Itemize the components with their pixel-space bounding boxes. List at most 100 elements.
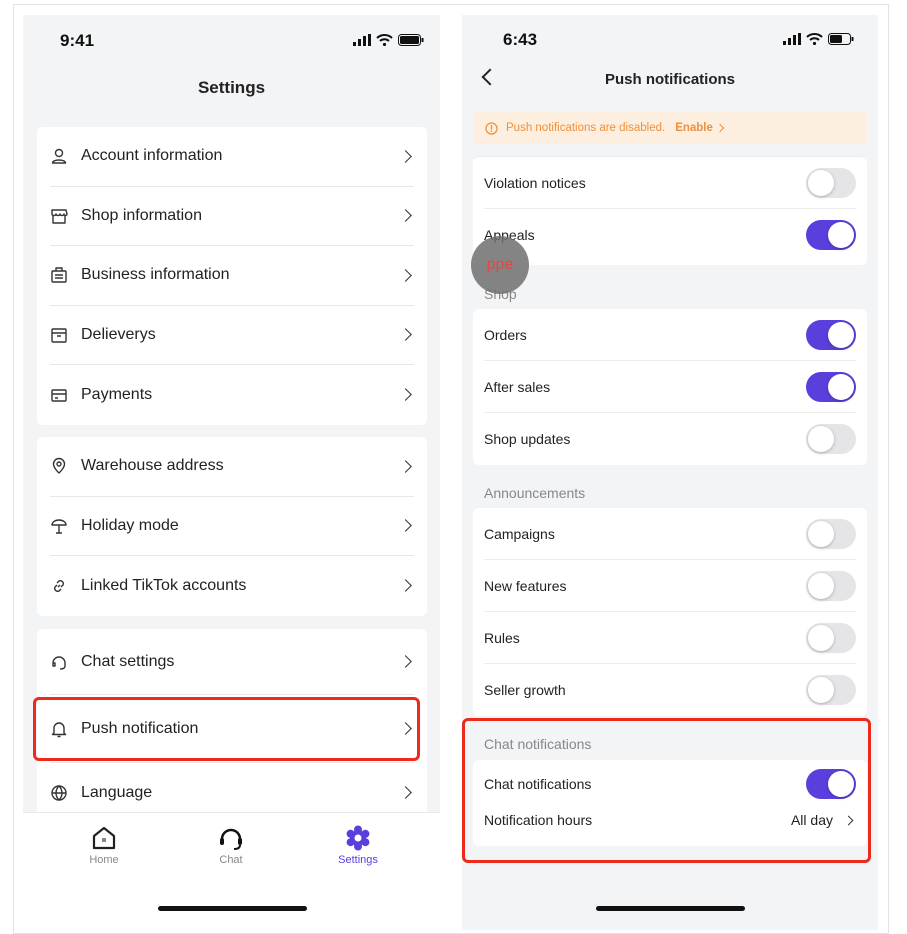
home-indicator bbox=[158, 906, 307, 911]
settings-item[interactable]: Chat settings bbox=[50, 629, 414, 695]
chevron-right-icon bbox=[399, 209, 412, 223]
touch-overlay: ppe bbox=[471, 236, 529, 294]
battery-icon bbox=[828, 33, 854, 45]
settings-item[interactable]: Account information bbox=[50, 127, 414, 187]
chevron-right-icon bbox=[399, 579, 412, 593]
notification-toggle[interactable] bbox=[806, 570, 856, 601]
briefcase-icon bbox=[50, 266, 68, 284]
nav-chat[interactable]: Chat bbox=[191, 825, 271, 866]
settings-item-label: Payments bbox=[81, 385, 153, 403]
settings-item[interactable]: Business information bbox=[50, 246, 414, 306]
nav-label: Home bbox=[89, 854, 119, 866]
row-label: Seller growth bbox=[484, 682, 566, 698]
bottom-nav: Home Chat Settings bbox=[23, 812, 440, 930]
globe-icon bbox=[50, 784, 68, 802]
settings-item-label: Language bbox=[81, 783, 153, 801]
notification-row: After sales bbox=[484, 361, 856, 413]
notification-toggle[interactable] bbox=[806, 424, 856, 454]
banner-text: Push notifications are disabled. bbox=[506, 122, 666, 134]
nav-label: Chat bbox=[219, 854, 243, 866]
page-title: Settings bbox=[197, 78, 266, 97]
signal-icon bbox=[353, 34, 371, 46]
disabled-banner: Push notifications are disabled. Enable bbox=[473, 112, 867, 144]
notification-row: Campaigns bbox=[484, 508, 856, 560]
notification-row: Rules bbox=[484, 612, 856, 664]
settings-item[interactable]: Payments bbox=[50, 365, 414, 425]
chevron-right-icon bbox=[399, 268, 412, 282]
row-label: Violation notices bbox=[484, 174, 586, 191]
chevron-right-icon bbox=[399, 388, 412, 402]
settings-group: Warehouse address Holiday mode Linked TikT… bbox=[37, 437, 427, 616]
location-pin-icon bbox=[50, 457, 68, 475]
gear-icon bbox=[346, 825, 370, 851]
section-header-announcements: Announcements bbox=[484, 485, 586, 501]
settings-item[interactable]: Holiday mode bbox=[50, 497, 414, 556]
row-label: Orders bbox=[484, 326, 527, 343]
row-label: Campaigns bbox=[484, 525, 555, 542]
highlight-box bbox=[33, 697, 420, 761]
settings-group: Account information Shop information Busin… bbox=[37, 127, 427, 425]
user-icon bbox=[50, 147, 68, 165]
notification-toggle[interactable] bbox=[806, 675, 856, 705]
notification-toggle[interactable] bbox=[806, 622, 856, 653]
settings-item[interactable]: Warehouse address bbox=[50, 437, 414, 497]
home-icon bbox=[92, 826, 116, 850]
notification-row: Seller growth bbox=[484, 664, 856, 716]
settings-screen: 9:41 Settings Account information Shop in… bbox=[23, 15, 440, 930]
credit-card-icon bbox=[50, 386, 68, 404]
notification-toggle[interactable] bbox=[806, 167, 856, 198]
row-label: New features bbox=[484, 577, 567, 594]
umbrella-icon bbox=[50, 517, 68, 535]
status-time: 9:41 bbox=[60, 31, 95, 50]
enable-link[interactable]: Enable bbox=[675, 122, 713, 134]
warning-icon bbox=[485, 121, 498, 135]
row-label: After sales bbox=[484, 378, 551, 395]
home-indicator bbox=[596, 906, 745, 911]
link-icon bbox=[50, 577, 68, 595]
page-title: Push notifications bbox=[604, 71, 735, 88]
nav-home[interactable]: Home bbox=[64, 825, 144, 866]
status-icons bbox=[783, 33, 854, 45]
wifi-icon bbox=[376, 34, 393, 46]
settings-item[interactable]: Shop information bbox=[50, 187, 414, 246]
notification-row: Shop updates bbox=[484, 413, 856, 465]
wifi-icon bbox=[806, 33, 823, 45]
settings-item-label: Linked TikTok accounts bbox=[81, 576, 247, 594]
shop-icon bbox=[50, 207, 68, 225]
notification-row: Appeals bbox=[484, 209, 856, 261]
card-announcements: Campaigns New features Rules Seller growth bbox=[473, 508, 867, 716]
chevron-right-icon bbox=[715, 123, 725, 133]
settings-item[interactable]: Delieverys bbox=[50, 306, 414, 365]
notification-toggle[interactable] bbox=[806, 518, 856, 549]
notification-toggle[interactable] bbox=[806, 220, 856, 250]
settings-item[interactable]: Linked TikTok accounts bbox=[50, 556, 414, 616]
settings-item-label: Chat settings bbox=[81, 652, 175, 670]
push-notifications-screen: 6:43 Push notifications Push notificatio… bbox=[462, 15, 878, 930]
highlight-box bbox=[462, 718, 871, 863]
chevron-right-icon bbox=[399, 786, 412, 800]
chevron-right-icon bbox=[399, 149, 412, 163]
notification-toggle[interactable] bbox=[806, 371, 856, 402]
settings-item-label: Delieverys bbox=[81, 325, 156, 343]
settings-item-label: Shop information bbox=[81, 206, 202, 224]
status-time: 6:43 bbox=[503, 30, 538, 49]
status-icons bbox=[353, 34, 424, 46]
notification-row: Orders bbox=[484, 309, 856, 361]
chevron-right-icon bbox=[399, 519, 412, 533]
box-icon bbox=[50, 326, 68, 344]
settings-item-label: Holiday mode bbox=[81, 516, 179, 534]
notification-toggle[interactable] bbox=[806, 319, 856, 350]
settings-item-label: Warehouse address bbox=[81, 457, 224, 475]
row-label: Rules bbox=[484, 629, 520, 646]
chevron-right-icon bbox=[399, 328, 412, 342]
row-label: Shop updates bbox=[484, 431, 571, 447]
nav-label: Settings bbox=[338, 854, 378, 866]
headset-icon bbox=[220, 828, 242, 850]
battery-icon bbox=[398, 34, 424, 46]
settings-item-label: Account information bbox=[81, 147, 223, 165]
settings-item-label: Business information bbox=[81, 266, 230, 284]
card-shop: Orders After sales Shop updates bbox=[473, 309, 867, 465]
card-general: Violation notices Appeals bbox=[473, 156, 867, 265]
chevron-right-icon bbox=[399, 655, 412, 668]
nav-settings[interactable]: Settings bbox=[318, 825, 398, 866]
